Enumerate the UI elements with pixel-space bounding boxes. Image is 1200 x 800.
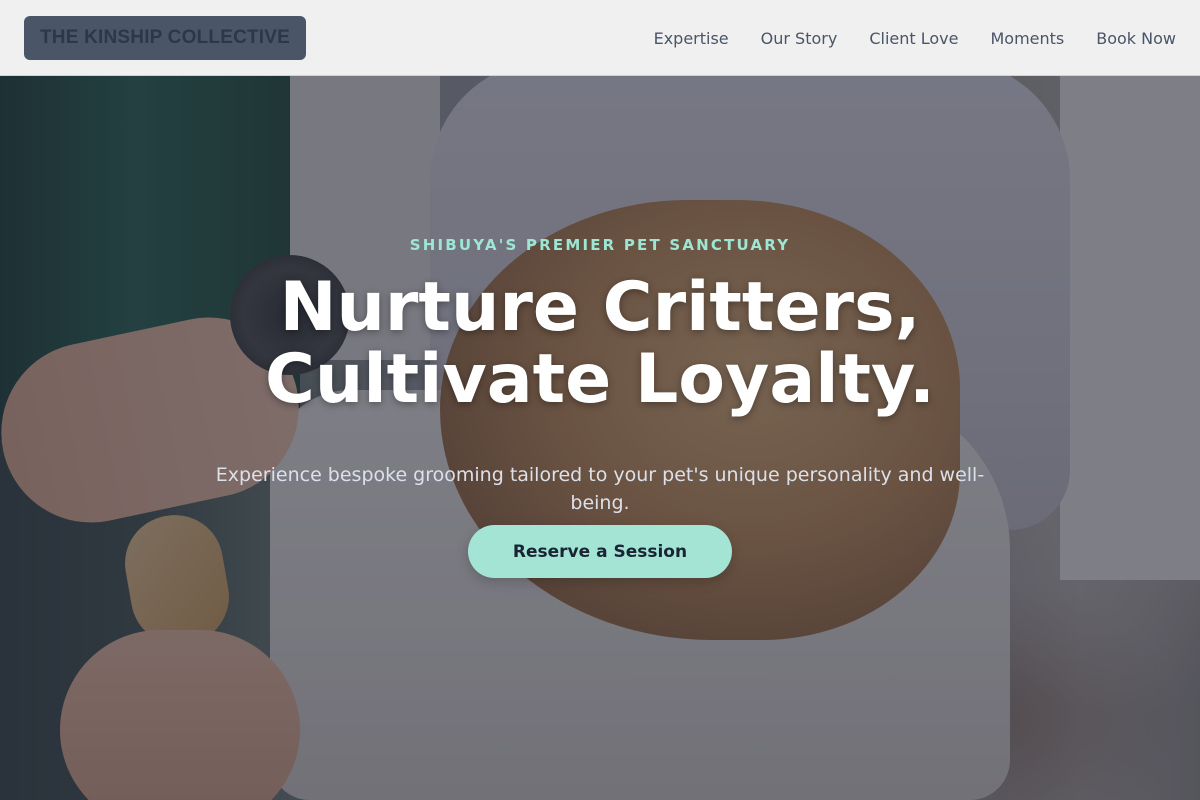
- hero-headline: Nurture Critters, Cultivate Loyalty.: [0, 272, 1200, 416]
- headline-line-1: Nurture Critters,: [279, 268, 921, 347]
- reserve-session-button[interactable]: Reserve a Session: [468, 525, 732, 578]
- headline-line-2: Cultivate Loyalty.: [265, 340, 935, 419]
- hero-section: SHIBUYA'S PREMIER PET SANCTUARY Nurture …: [0, 0, 1200, 800]
- hero-subline: Experience bespoke grooming tailored to …: [215, 464, 985, 514]
- hero-eyebrow: SHIBUYA'S PREMIER PET SANCTUARY: [409, 236, 791, 254]
